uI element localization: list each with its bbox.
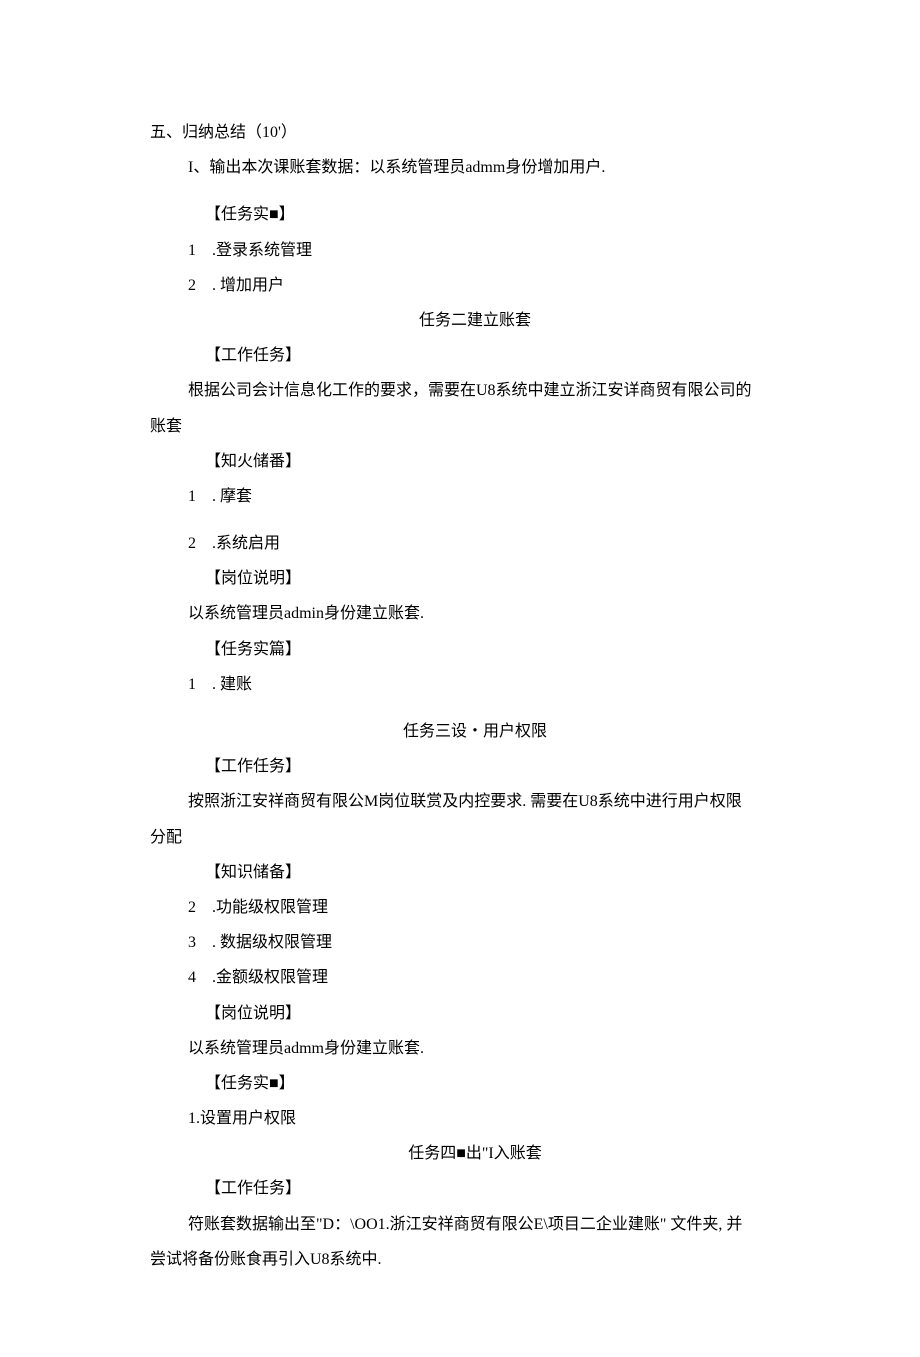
item-mosao: 1 . 摩套 bbox=[150, 479, 800, 514]
text-admm-create: 以系统管理员admm身份建立账套. bbox=[150, 1031, 800, 1066]
text-task4-desc-b: 尝试将备份账食再引入U8系统中. bbox=[150, 1242, 800, 1277]
label-work-task-2: 【工作任务】 bbox=[150, 338, 800, 373]
document-page: 五、归纳总结（10'） I、输出本次课账套数据：以系统管理员admm身份增加用户… bbox=[0, 0, 920, 1357]
item-set-perm: 1.设置用户权限 bbox=[150, 1101, 800, 1136]
label-work-task-3: 【工作任务】 bbox=[150, 749, 800, 784]
item-amount-perm: 4 .金额级权限管理 bbox=[150, 960, 800, 995]
text-task2-desc-a: 根据公司会计信息化工作的要求，需要在U8系统中建立浙江安详商贸有限公司的 bbox=[150, 373, 800, 408]
label-task-impl-1: 【任务实■】 bbox=[150, 197, 800, 232]
text-admin-create: 以系统管理员admin身份建立账套. bbox=[150, 596, 800, 631]
heading-task-4: 任务四■出"I入账套 bbox=[150, 1136, 800, 1171]
text-task3-desc-a: 按照浙江安祥商贸有限公M岗位联赏及内控要求. 需要在U8系统中进行用户权限 bbox=[150, 784, 800, 819]
label-task-impl-3: 【任务实■】 bbox=[150, 1066, 800, 1101]
text-task2-desc-b: 账套 bbox=[150, 409, 800, 444]
label-position-3: 【岗位说明】 bbox=[150, 996, 800, 1031]
item-create-account: 1 . 建账 bbox=[150, 667, 800, 702]
heading-section-5: 五、归纳总结（10'） bbox=[150, 115, 800, 150]
heading-task-3: 任务三设・用户权限 bbox=[150, 714, 800, 749]
text-task3-desc-b: 分配 bbox=[150, 820, 800, 855]
item-add-user: 2 . 增加用户 bbox=[150, 268, 800, 303]
heading-task-2: 任务二建立账套 bbox=[150, 303, 800, 338]
item-data-perm: 3 . 数据级权限管理 bbox=[150, 925, 800, 960]
item-system-enable: 2 .系统启用 bbox=[150, 526, 800, 561]
text-output-summary: I、输出本次课账套数据：以系统管理员admm身份增加用户. bbox=[150, 150, 800, 185]
label-knowledge-3: 【知识储备】 bbox=[150, 855, 800, 890]
label-position-2: 【岗位说明】 bbox=[150, 561, 800, 596]
item-login: 1 .登录系统管理 bbox=[150, 233, 800, 268]
item-func-perm: 2 .功能级权限管理 bbox=[150, 890, 800, 925]
label-task-impl-2: 【任务实篇】 bbox=[150, 632, 800, 667]
text-task4-desc-a: 符账套数据输出至"D：\OO1.浙江安祥商贸有限公E\项目二企业建账" 文件夹,… bbox=[150, 1207, 800, 1242]
label-knowledge-2: 【知火储番】 bbox=[150, 444, 800, 479]
label-work-task-4: 【工作任务】 bbox=[150, 1171, 800, 1206]
